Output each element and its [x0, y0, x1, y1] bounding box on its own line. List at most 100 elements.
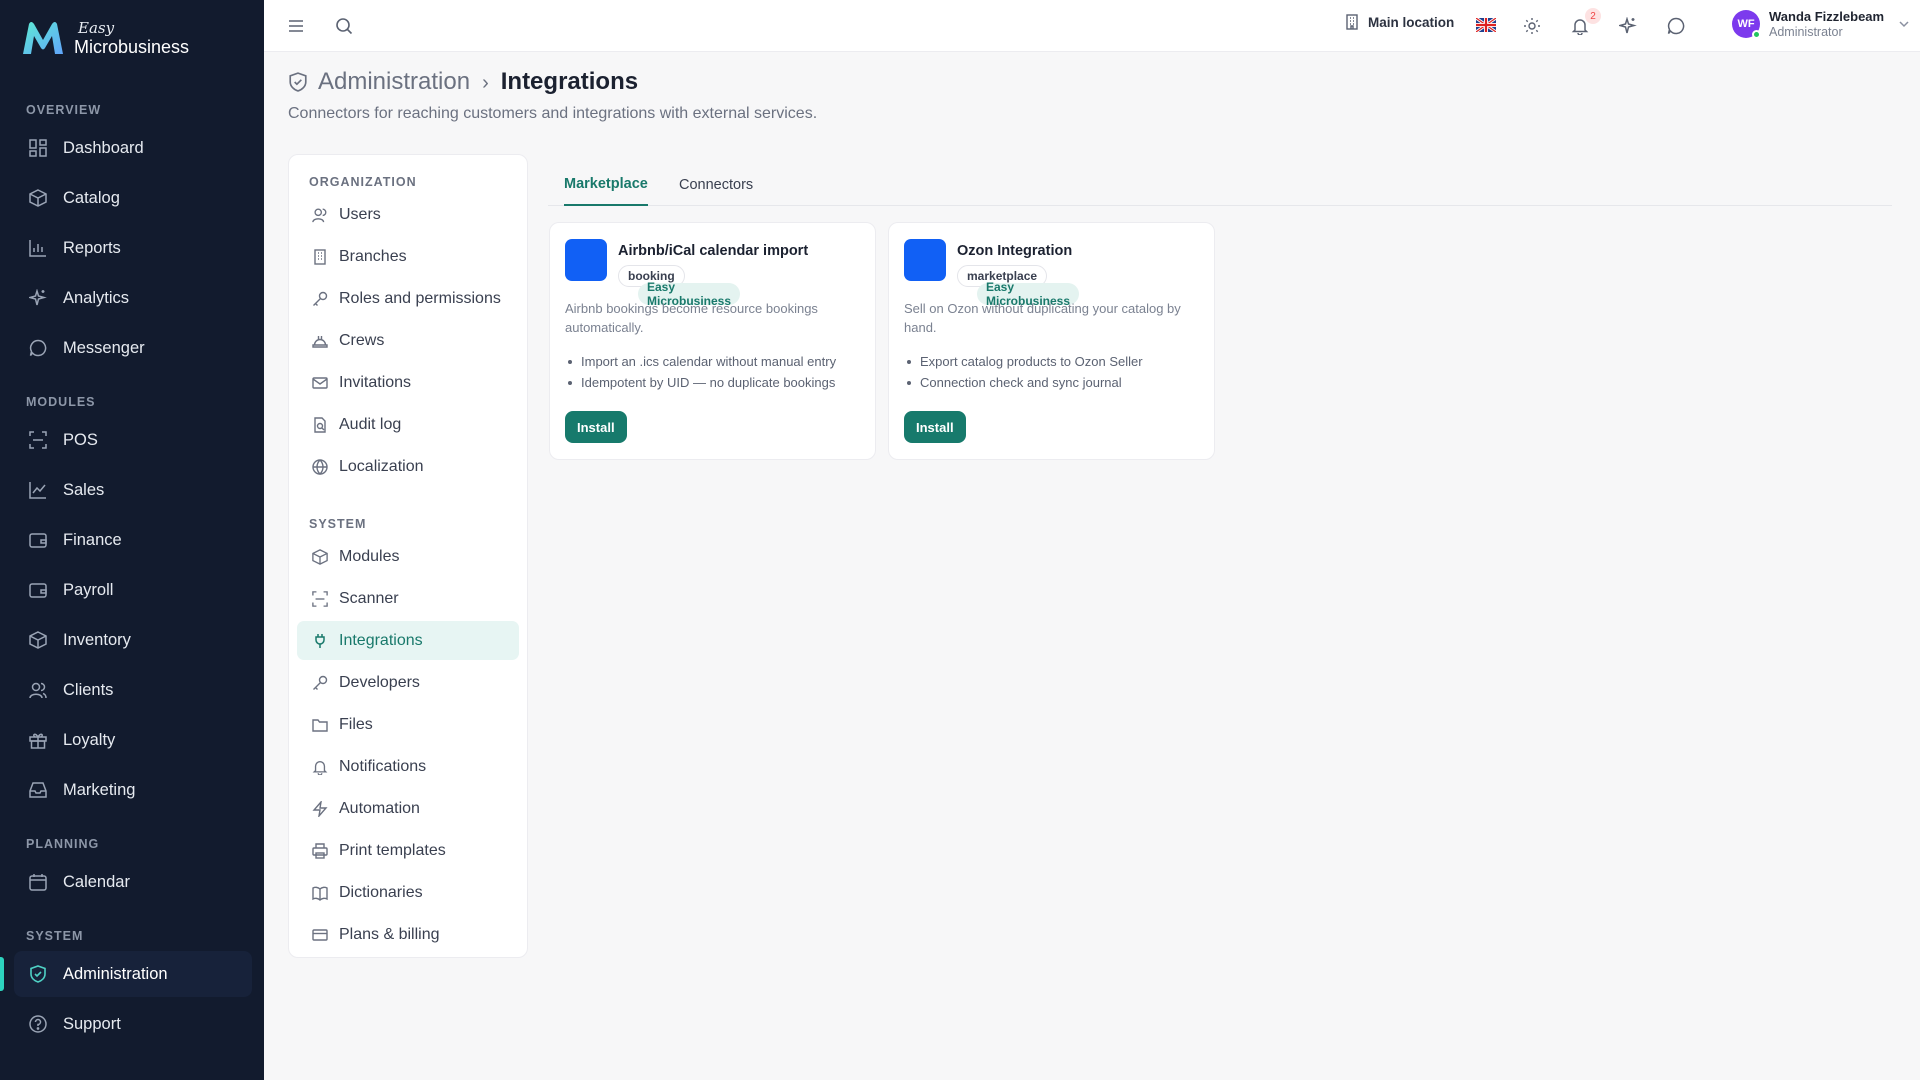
subnav-item-invitations[interactable]: Invitations — [297, 363, 519, 402]
integration-logo-icon — [565, 239, 607, 281]
sidebar-item-label: Administration — [63, 964, 168, 983]
zap-icon — [311, 800, 329, 818]
sidebar-item-payroll[interactable]: Payroll — [14, 567, 252, 613]
page-title: Integrations — [500, 68, 639, 95]
subnav-item-branches[interactable]: Branches — [297, 237, 519, 276]
users-icon — [28, 680, 48, 700]
card-description: Airbnb bookings become resource bookings… — [565, 301, 818, 335]
subnav-item-localization[interactable]: Localization — [297, 447, 519, 486]
subnav-item-label: Invitations — [339, 373, 412, 391]
sidebar-item-dashboard[interactable]: Dashboard — [14, 125, 252, 171]
user-menu[interactable]: WF Wanda Fizzlebeam Administrator — [1732, 9, 1910, 40]
sidebar-item-pos[interactable]: POS — [14, 417, 252, 463]
chat-icon — [1667, 17, 1685, 35]
ai-assistant-button[interactable] — [1616, 14, 1640, 38]
subnav-item-audit-log[interactable]: Audit log — [297, 405, 519, 444]
sidebar-item-marketing[interactable]: Marketing — [14, 767, 252, 813]
chevron-down-icon — [1899, 21, 1909, 28]
calendar-icon — [28, 872, 48, 892]
subnav-item-label: Plans & billing — [339, 925, 440, 943]
install-button[interactable]: Install — [565, 411, 627, 443]
sidebar-item-label: Calendar — [63, 872, 130, 891]
wallet-icon — [28, 580, 48, 600]
subnav-item-developers[interactable]: Developers — [297, 663, 519, 702]
menu-toggle-button[interactable] — [284, 14, 308, 38]
subnav-item-label: Files — [339, 715, 373, 733]
sidebar-item-administration[interactable]: Administration — [14, 951, 252, 997]
subnav-item-plans-billing[interactable]: Plans & billing — [297, 915, 519, 954]
card-title: Ozon Integration — [957, 243, 1073, 259]
main-sidebar: Easy Microbusiness OVERVIEW Dashboard Ca… — [0, 0, 264, 1080]
hard-hat-icon — [311, 332, 329, 350]
sidebar-item-finance[interactable]: Finance — [14, 517, 252, 563]
key-icon — [311, 290, 329, 308]
subnav-item-dictionaries[interactable]: Dictionaries — [297, 873, 519, 912]
subnav-item-label: Modules — [339, 547, 400, 565]
sidebar-item-label: Messenger — [63, 338, 145, 357]
sparkle-icon — [1619, 17, 1637, 34]
brand-tagline: Easy — [78, 18, 115, 37]
subnav-item-label: Automation — [339, 799, 420, 817]
book-icon — [311, 884, 329, 902]
subnav-item-roles[interactable]: Roles and permissions — [297, 279, 519, 318]
breadcrumb: Administration › Integrations — [288, 68, 638, 96]
subnav-item-users[interactable]: Users — [297, 195, 519, 234]
subnav-item-crews[interactable]: Crews — [297, 321, 519, 360]
subnav-item-automation[interactable]: Automation — [297, 789, 519, 828]
location-selector[interactable]: Main location — [1344, 14, 1454, 30]
sidebar-item-calendar[interactable]: Calendar — [14, 859, 252, 905]
subnav-item-integrations[interactable]: Integrations — [297, 621, 519, 660]
brand-logo-icon — [23, 22, 63, 54]
feature-item: Idempotent by UID — no duplicate booking… — [565, 372, 870, 393]
breadcrumb-separator: › — [482, 71, 489, 94]
subnav-item-print-templates[interactable]: Print templates — [297, 831, 519, 870]
sidebar-item-label: Clients — [63, 680, 114, 699]
subnav-item-modules[interactable]: Modules — [297, 537, 519, 576]
brand-name: Microbusiness — [74, 36, 190, 57]
sidebar-item-inventory[interactable]: Inventory — [14, 617, 252, 663]
audit-icon — [311, 416, 329, 434]
subnav-item-label: Print templates — [339, 841, 446, 859]
subnav-item-label: Dictionaries — [339, 883, 423, 901]
breadcrumb-administration-link[interactable]: Administration — [318, 68, 470, 96]
sidebar-item-clients[interactable]: Clients — [14, 667, 252, 713]
scan-icon — [311, 590, 329, 608]
folder-icon — [311, 716, 329, 734]
sidebar-item-sales[interactable]: Sales — [14, 467, 252, 513]
subnav-item-label: Developers — [339, 673, 420, 691]
theme-toggle-button[interactable] — [1520, 14, 1544, 38]
tab-marketplace[interactable]: Marketplace — [564, 164, 648, 206]
sidebar-item-reports[interactable]: Reports — [14, 225, 252, 271]
sidebar-item-analytics[interactable]: Analytics — [14, 275, 252, 321]
sidebar-item-label: Sales — [63, 480, 105, 499]
catalog-icon — [28, 188, 48, 208]
language-flag-icon[interactable] — [1476, 18, 1496, 32]
mail-icon — [311, 374, 329, 392]
subnav-section-organization: ORGANIZATION — [309, 175, 417, 189]
inbox-icon — [28, 780, 48, 800]
tab-connectors[interactable]: Connectors — [679, 164, 753, 206]
nav-section-overview: OVERVIEW — [26, 103, 102, 117]
feature-list: Export catalog products to Ozon Seller C… — [904, 351, 1209, 393]
subnav-item-files[interactable]: Files — [297, 705, 519, 744]
subnav-section-system: SYSTEM — [309, 517, 367, 531]
nav-section-system: SYSTEM — [26, 929, 84, 943]
sidebar-item-catalog[interactable]: Catalog — [14, 175, 252, 221]
feature-list: Import an .ics calendar without manual e… — [565, 351, 870, 393]
gift-icon — [28, 730, 48, 750]
credit-card-icon — [311, 926, 329, 944]
shield-icon — [289, 72, 307, 92]
search-button[interactable] — [332, 14, 356, 38]
subnav-item-notifications[interactable]: Notifications — [297, 747, 519, 786]
subnav-item-scanner[interactable]: Scanner — [297, 579, 519, 618]
messages-button[interactable] — [1664, 14, 1688, 38]
sidebar-item-support[interactable]: Support — [14, 1001, 252, 1047]
sidebar-item-messenger[interactable]: Messenger — [14, 325, 252, 371]
sidebar-item-loyalty[interactable]: Loyalty — [14, 717, 252, 763]
avatar-initials: WF — [1737, 18, 1755, 31]
key-icon — [311, 674, 329, 692]
nav-section-planning: PLANNING — [26, 837, 100, 851]
install-button[interactable]: Install — [904, 411, 966, 443]
subnav-item-label: Localization — [339, 457, 424, 475]
brand-logo-link[interactable]: Easy Microbusiness — [20, 18, 189, 58]
